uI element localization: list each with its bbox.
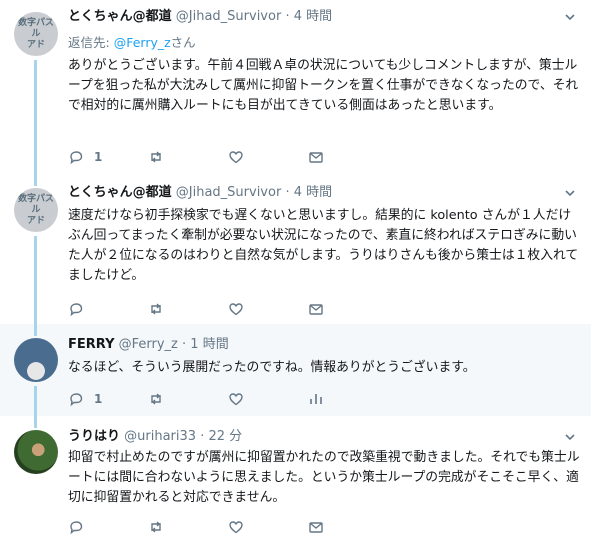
thread-line [34,416,37,428]
retweet-button[interactable] [148,519,228,535]
timestamp[interactable]: 22 分 [208,429,242,444]
user-handle[interactable]: @Jihad_Survivor [176,185,282,200]
tweet-focused[interactable]: FERRY @Ferry_z · 1 時間 なるほど、そういう展開だったのですね… [0,324,591,416]
chevron-down-icon[interactable] [565,432,575,442]
like-button[interactable] [228,301,308,317]
reply-count: 1 [94,150,103,164]
tweet[interactable]: うりはり @urihari33 · 22 分 抑留で村止めたのですが厲州に抑留置… [0,416,591,544]
display-name[interactable]: うりはり [68,429,120,444]
reply-label: 返信先: [68,35,110,50]
reply-icon [70,303,83,317]
tweet-text: 速度だけなら初手探検家でも遅くないと思いますし。結果的に kolento さんが… [68,208,579,283]
message-icon [309,304,323,315]
timestamp[interactable]: 1 時間 [190,337,228,352]
thread-line [34,324,37,336]
tweet[interactable]: 数字パズル アド とくちゃん@都道 @Jihad_Survivor · 4 時間… [0,176,591,324]
reply-button[interactable] [68,519,148,535]
message-icon [309,522,323,533]
like-icon [229,521,243,534]
avatar[interactable] [14,430,58,474]
like-icon [229,303,243,316]
thread-line [34,236,37,324]
reply-icon [70,151,83,165]
tweet-actions: 1 [68,148,388,166]
like-button[interactable] [228,519,308,535]
display-name[interactable]: とくちゃん@都道 [68,185,172,200]
user-handle[interactable]: @Jihad_Survivor [176,9,282,24]
tweet-actions [68,300,388,318]
user-handle[interactable]: @Ferry_z [119,337,178,352]
tweet-text: なるほど、そういう展開だったのですね。情報ありがとうございます。 [68,360,476,375]
thread-line [34,386,37,416]
separator-dot: · [285,185,290,200]
avatar[interactable] [14,338,58,382]
chevron-down-icon[interactable] [565,12,575,22]
reply-icon [70,521,83,535]
retweet-icon [151,521,161,533]
conversation-thread: 数字パズル アド とくちゃん@都道 @Jihad_Survivor · 4 時間… [0,0,591,544]
like-button[interactable] [228,391,308,407]
thread-line [34,60,37,176]
reply-count: 1 [94,392,103,406]
direct-message-button[interactable] [308,519,388,535]
reply-context: 返信先: @Ferry_zさん [68,34,196,52]
retweet-icon [151,303,161,315]
tweet[interactable]: 数字パズル アド とくちゃん@都道 @Jihad_Survivor · 4 時間… [0,0,591,176]
tweet-text: ありがとうございます。午前４回戦Ａ卓の状況についても少しコメントしますが、策士ル… [68,58,579,113]
tweet-header: FERRY @Ferry_z · 1 時間 [68,336,591,354]
separator-dot: · [200,429,205,444]
tweet-actions [68,518,388,536]
reply-mention-link[interactable]: @Ferry_z [114,35,171,50]
chevron-down-icon[interactable] [565,188,575,198]
separator-dot: · [285,9,290,24]
timestamp[interactable]: 4 時間 [294,9,332,24]
timestamp[interactable]: 4 時間 [294,185,332,200]
separator-dot: · [182,337,187,352]
display-name[interactable]: とくちゃん@都道 [68,9,172,24]
reply-button[interactable]: 1 [68,149,148,165]
display-name[interactable]: FERRY [68,337,114,352]
message-icon [309,152,323,163]
analytics-icon [310,394,322,404]
retweet-button[interactable] [148,301,228,317]
retweet-icon [151,151,161,163]
avatar[interactable]: 数字パズル アド [14,12,58,56]
like-icon [229,151,243,164]
tweet-text: 抑留で村止めたのですが厲州に抑留置かれたので改築重視で動きました。それでも策士ル… [68,450,580,505]
user-handle[interactable]: @urihari33 [124,429,196,444]
tweet-header: とくちゃん@都道 @Jihad_Survivor · 4 時間 [68,184,591,202]
reply-button[interactable]: 1 [68,391,148,407]
retweet-icon [151,393,161,405]
reply-suffix: さん [170,35,196,50]
direct-message-button[interactable] [308,301,388,317]
tweet-header: とくちゃん@都道 @Jihad_Survivor · 4 時間 [68,8,591,26]
tweet-header: うりはり @urihari33 · 22 分 [68,428,591,446]
tweet-actions: 1 [68,390,388,408]
like-icon [229,393,243,406]
like-button[interactable] [228,149,308,165]
direct-message-button[interactable] [308,149,388,165]
reply-button[interactable] [68,301,148,317]
reply-icon [70,393,83,407]
avatar[interactable]: 数字パズル アド [14,188,58,232]
analytics-button[interactable] [308,391,388,407]
retweet-button[interactable] [148,391,228,407]
thread-line [34,176,37,186]
retweet-button[interactable] [148,149,228,165]
